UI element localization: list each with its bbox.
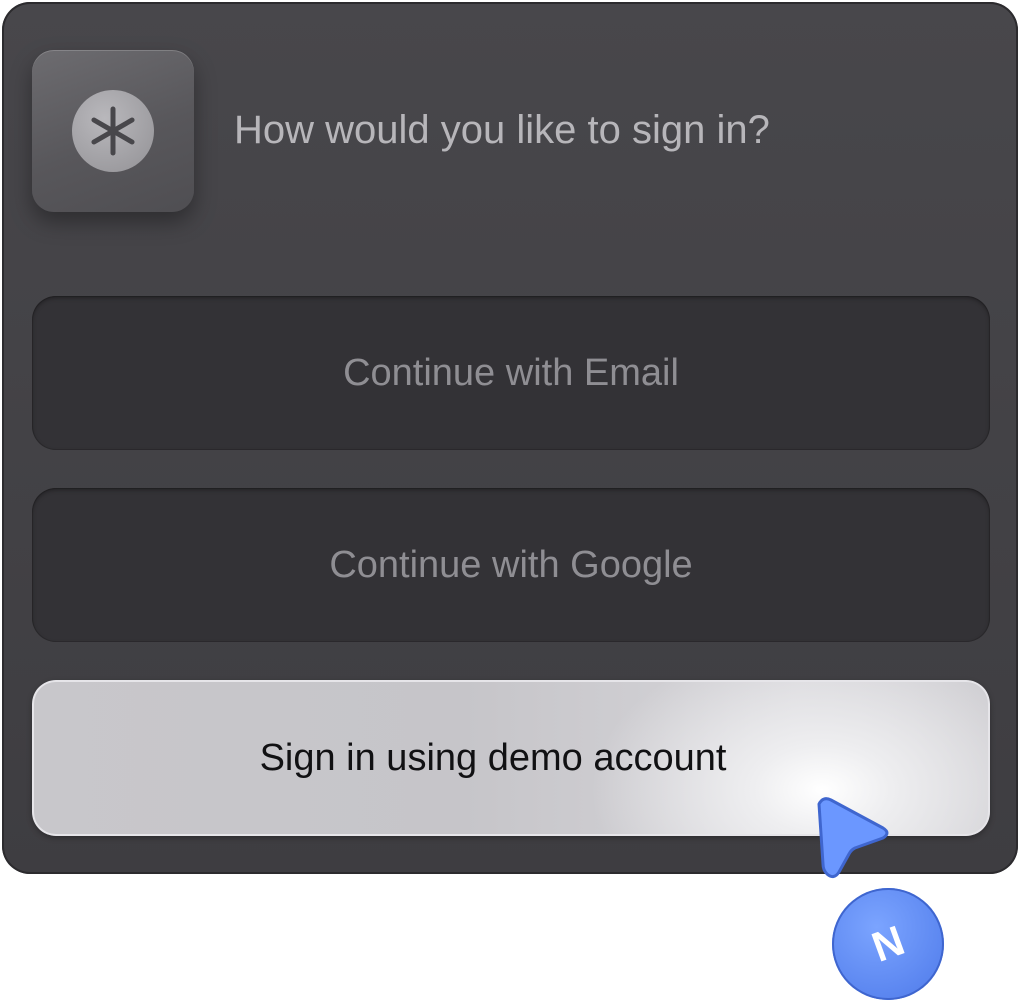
demo-account-label: Sign in using demo account — [259, 736, 727, 779]
continue-with-google-label: Continue with Google — [329, 543, 693, 586]
asterisk-icon — [72, 90, 154, 172]
continue-with-email-label: Continue with Email — [343, 351, 679, 394]
dialog-heading: How would you like to sign in? — [234, 108, 770, 152]
avatar-initial: N — [865, 916, 911, 971]
app-logo — [32, 50, 194, 212]
stage: How would you like to sign in? Continue … — [0, 0, 1020, 1008]
pointer-cursor-icon — [817, 797, 889, 879]
user-avatar: N — [832, 888, 944, 1000]
sign-in-dialog: How would you like to sign in? Continue … — [2, 2, 1018, 874]
continue-with-google-button[interactable]: Continue with Google — [32, 488, 990, 642]
continue-with-email-button[interactable]: Continue with Email — [32, 296, 990, 450]
